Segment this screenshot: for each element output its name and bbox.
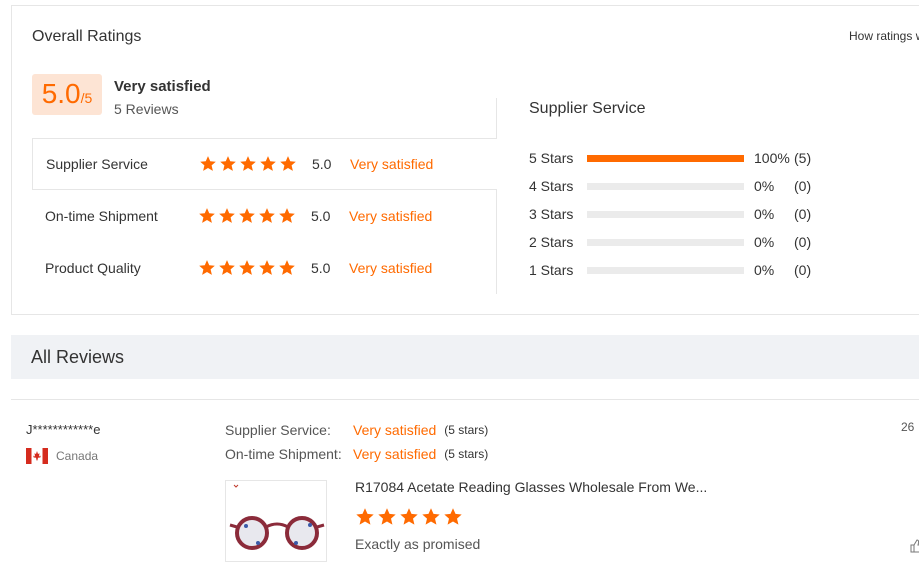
distribution-count: (0) (794, 262, 812, 278)
reviewer-name: J************e (26, 422, 101, 437)
thumbs-up-icon[interactable] (910, 539, 919, 553)
star-icon (279, 260, 295, 275)
product-thumbnail[interactable] (225, 480, 327, 562)
category-desc: Very satisfied (350, 156, 434, 172)
star-icon (259, 260, 275, 275)
overall-score: 5.0 (41, 78, 81, 109)
category-row-supplier-service[interactable]: Supplier Service 5.0 Very satisfied (32, 138, 497, 190)
distribution-bar (587, 182, 744, 190)
star-icon (220, 156, 236, 171)
distribution-label: 4 Stars (529, 178, 574, 194)
star-icon (444, 508, 462, 525)
review-line-key: Supplier Service: (225, 422, 331, 438)
overall-score-max: /5 (80, 90, 93, 106)
glasses-image (229, 484, 325, 550)
category-score: 5.0 (311, 260, 331, 276)
star-rating (198, 259, 311, 277)
all-reviews-header: All Reviews (11, 335, 919, 379)
distribution-percent: 0% (754, 206, 775, 222)
distribution-count: (5) (794, 150, 812, 166)
distribution-label: 3 Stars (529, 206, 574, 222)
overall-score-label: Very satisfied (114, 78, 211, 95)
review-count: 5 Reviews (114, 101, 179, 117)
category-score: 5.0 (312, 156, 332, 172)
reviewer-country: Canada (56, 449, 99, 463)
review-line-stars: (5 stars) (444, 423, 489, 437)
category-row-on-time-shipment[interactable]: On-time Shipment 5.0 Very satisfied (32, 190, 497, 242)
star-icon (260, 156, 276, 171)
star-icon (400, 508, 418, 525)
review-line-value: Very satisfied (353, 422, 437, 438)
product-star-rating (355, 507, 463, 527)
star-icon (199, 260, 215, 275)
distribution-row-4: 4 Stars 0% (0) (529, 176, 811, 196)
category-name: Product Quality (45, 260, 141, 276)
distribution-row-1: 1 Stars 0% (0) (529, 260, 811, 280)
category-desc: Very satisfied (349, 208, 433, 224)
all-reviews-title: All Reviews (31, 346, 125, 367)
distribution-row-3: 3 Stars 0% (0) (529, 204, 811, 224)
distribution-bar (587, 266, 744, 274)
review-line-stars: (5 stars) (444, 447, 489, 461)
star-icon (378, 508, 396, 525)
overall-ratings-panel: Overall Ratings How ratings w 5.0 /5 Ver… (11, 5, 919, 315)
category-row-product-quality[interactable]: Product Quality 5.0 Very satisfied (32, 242, 497, 294)
category-desc: Very satisfied (349, 260, 433, 276)
star-icon (279, 208, 295, 223)
star-icon (259, 208, 275, 223)
star-rating (198, 207, 311, 225)
reviews-divider (11, 399, 919, 400)
distribution-percent: 0% (754, 234, 775, 250)
category-name: On-time Shipment (45, 208, 158, 224)
distribution-bar (587, 210, 744, 218)
star-icon (239, 260, 255, 275)
star-icon (422, 508, 440, 525)
star-icon (356, 508, 374, 525)
distribution-row-5: 5 Stars 100% (5) (529, 148, 811, 168)
review-date: 26 (901, 420, 915, 434)
category-name: Supplier Service (46, 156, 148, 172)
category-score: 5.0 (311, 208, 331, 224)
distribution-percent: 0% (754, 262, 775, 278)
star-icon (240, 156, 256, 171)
review-line-on-time-shipment: On-time Shipment: Very satisfied (5 star… (225, 446, 488, 462)
star-icon (199, 208, 215, 223)
star-icon (219, 208, 235, 223)
distribution-title: Supplier Service (529, 100, 646, 117)
star-rating (199, 155, 312, 173)
overall-ratings-title: Overall Ratings (32, 28, 142, 45)
distribution-count: (0) (794, 206, 812, 222)
product-name-link[interactable]: R17084 Acetate Reading Glasses Wholesale… (355, 479, 707, 495)
how-ratings-link[interactable]: How ratings w (849, 29, 919, 43)
distribution-count: (0) (794, 234, 812, 250)
distribution-bar (587, 238, 744, 246)
overall-score-badge: 5.0 /5 (32, 74, 102, 115)
distribution-bar (587, 154, 744, 162)
distribution-label: 1 Stars (529, 262, 574, 278)
distribution-count: (0) (794, 178, 812, 194)
distribution-percent: 0% (754, 178, 775, 194)
distribution-label: 2 Stars (529, 234, 574, 250)
star-icon (239, 208, 255, 223)
review-text: Exactly as promised (355, 536, 481, 552)
review-line-supplier-service: Supplier Service: Very satisfied (5 star… (225, 422, 488, 438)
canada-flag-icon (26, 448, 48, 464)
review-line-value: Very satisfied (353, 446, 437, 462)
distribution-label: 5 Stars (529, 150, 574, 166)
distribution-percent: 100% (754, 150, 790, 166)
star-icon (200, 156, 216, 171)
review-line-key: On-time Shipment: (225, 446, 342, 462)
distribution-row-2: 2 Stars 0% (0) (529, 232, 811, 252)
star-icon (280, 156, 296, 171)
star-icon (219, 260, 235, 275)
distribution-bar-fill (587, 154, 744, 162)
